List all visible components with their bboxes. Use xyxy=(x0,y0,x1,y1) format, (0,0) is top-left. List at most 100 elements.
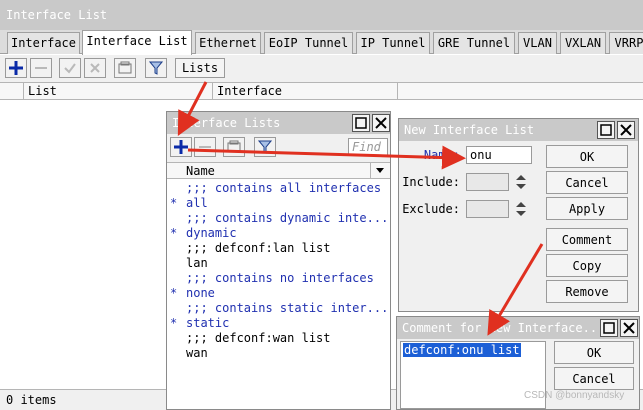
list-item[interactable]: ;;; contains all interfaces xyxy=(167,181,390,196)
row-flag: * xyxy=(170,286,178,300)
tab-vlan[interactable]: VLAN xyxy=(518,32,557,54)
close-icon xyxy=(620,124,632,136)
tab-interface[interactable]: Interface xyxy=(7,32,80,54)
lists-column-header: Name xyxy=(167,162,390,179)
main-toolbar: Lists xyxy=(0,55,643,83)
row-text: lan xyxy=(186,256,208,270)
funnel-icon xyxy=(258,140,272,154)
tab-ethernet[interactable]: Ethernet xyxy=(195,32,261,54)
minus-icon xyxy=(35,67,47,69)
remove-button[interactable] xyxy=(30,58,52,78)
comment-button[interactable] xyxy=(114,58,136,78)
column-name[interactable]: Name xyxy=(186,164,215,178)
list-item[interactable]: * none xyxy=(167,286,390,301)
list-item[interactable]: ;;; contains no interfaces xyxy=(167,271,390,286)
include-spin-icon[interactable] xyxy=(515,173,527,191)
row-flag: * xyxy=(170,226,178,240)
list-item[interactable]: ;;; defconf:lan list xyxy=(167,241,390,256)
row-text: ;;; contains no interfaces xyxy=(186,271,374,285)
lists-table: ;;; contains all interfaces * all;;; conta… xyxy=(167,179,390,409)
tab-ip-tunnel[interactable]: IP Tunnel xyxy=(356,32,430,54)
apply-button[interactable]: Apply xyxy=(546,197,628,220)
interface-lists-window: Interface Lists Find Name ;;; contains a… xyxy=(166,111,391,410)
maximize-icon xyxy=(603,322,615,334)
comment-button[interactable]: Comment xyxy=(546,228,628,251)
watermark: CSDN @bonnyandsky xyxy=(524,390,625,401)
list-item[interactable]: * dynamic xyxy=(167,226,390,241)
tab-interface-list[interactable]: Interface List xyxy=(82,30,192,55)
name-label: Name: xyxy=(423,148,460,162)
row-text: ;;; defconf:lan list xyxy=(186,241,331,255)
funnel-icon xyxy=(149,61,163,75)
plus-icon xyxy=(174,140,188,154)
row-text: ;;; defconf:wan list xyxy=(186,331,331,345)
list-item[interactable]: ;;; defconf:wan list xyxy=(167,331,390,346)
row-flag: * xyxy=(170,196,178,210)
note-icon xyxy=(227,140,241,153)
maximize-button[interactable] xyxy=(597,121,615,139)
exclude-select[interactable] xyxy=(466,200,509,218)
exclude-spin-icon[interactable] xyxy=(515,200,527,218)
cancel-button[interactable]: Cancel xyxy=(546,171,628,194)
tab-gre-tunnel[interactable]: GRE Tunnel xyxy=(433,32,515,54)
ok-button[interactable]: OK xyxy=(546,145,628,168)
minus-icon xyxy=(199,146,211,148)
maximize-icon xyxy=(355,117,367,129)
find-input[interactable]: Find xyxy=(348,138,388,156)
column-menu-button[interactable] xyxy=(370,163,390,178)
include-select[interactable] xyxy=(466,173,509,191)
maximize-icon xyxy=(600,124,612,136)
row-text: ;;; contains dynamic inte... xyxy=(186,211,389,225)
tab-eoip-tunnel[interactable]: EoIP Tunnel xyxy=(264,32,353,54)
close-button[interactable] xyxy=(617,121,635,139)
check-icon xyxy=(64,63,76,74)
filter-list-button[interactable] xyxy=(254,137,276,157)
chevron-down-icon xyxy=(376,168,384,173)
add-list-button[interactable] xyxy=(170,137,192,157)
list-item[interactable]: * all xyxy=(167,196,390,211)
filter-button[interactable] xyxy=(145,58,167,78)
row-text: ;;; contains static inter... xyxy=(186,301,389,315)
add-button[interactable] xyxy=(5,58,27,78)
close-icon xyxy=(375,117,387,129)
close-button[interactable] xyxy=(372,114,390,132)
tab-vxlan[interactable]: VXLAN xyxy=(560,32,606,54)
remove-button[interactable]: Remove xyxy=(546,280,628,303)
tab-bar: Interface Interface List Ethernet EoIP T… xyxy=(0,30,643,55)
disable-button[interactable] xyxy=(84,58,106,78)
row-text: static xyxy=(186,316,230,330)
list-item[interactable]: lan xyxy=(167,256,390,271)
list-item[interactable]: * static xyxy=(167,316,390,331)
row-text: all xyxy=(186,196,208,210)
column-list[interactable]: List xyxy=(24,83,213,100)
comment-list-button[interactable] xyxy=(223,137,245,157)
main-window-title: Interface List xyxy=(0,0,643,30)
row-text: wan xyxy=(186,346,208,360)
column-interface[interactable]: Interface xyxy=(213,83,398,100)
row-text: none xyxy=(186,286,215,300)
plus-icon xyxy=(9,61,23,75)
close-button[interactable] xyxy=(620,319,638,337)
exclude-label: Exclude: xyxy=(402,202,460,216)
row-flag: * xyxy=(170,316,178,330)
maximize-button[interactable] xyxy=(352,114,370,132)
name-input[interactable]: onu xyxy=(466,146,532,164)
lists-button[interactable]: Lists xyxy=(175,58,225,78)
list-item[interactable]: ;;; contains dynamic inte... xyxy=(167,211,390,226)
column-select[interactable] xyxy=(0,83,24,100)
note-icon xyxy=(118,61,132,74)
enable-button[interactable] xyxy=(59,58,81,78)
main-column-header: List Interface xyxy=(0,83,643,100)
row-text: ;;; contains all interfaces xyxy=(186,181,382,195)
comment-ok-button[interactable]: OK xyxy=(554,341,634,364)
list-item[interactable]: wan xyxy=(167,346,390,361)
comment-cancel-button[interactable]: Cancel xyxy=(554,367,634,390)
close-icon xyxy=(623,322,635,334)
list-item[interactable]: ;;; contains static inter... xyxy=(167,301,390,316)
comment-text: defconf:onu list xyxy=(403,343,521,357)
remove-list-button[interactable] xyxy=(194,137,216,157)
maximize-button[interactable] xyxy=(600,319,618,337)
copy-button[interactable]: Copy xyxy=(546,254,628,277)
tab-vrrp[interactable]: VRRP xyxy=(609,32,643,54)
row-text: dynamic xyxy=(186,226,237,240)
